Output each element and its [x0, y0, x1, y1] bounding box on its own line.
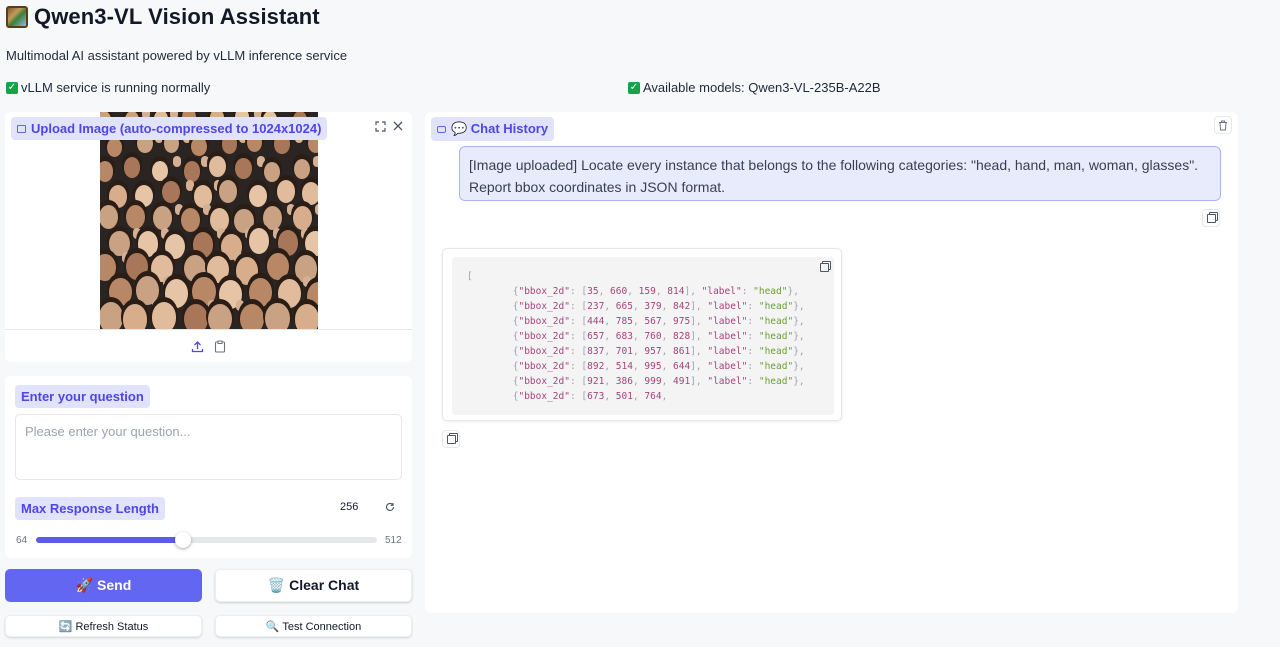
- picture-icon: [6, 6, 28, 28]
- slider-fill: [36, 537, 183, 543]
- upload-icon[interactable]: [188, 337, 206, 355]
- code-line: {"bbox_2d": [237, 665, 379, 842], "label…: [467, 301, 805, 312]
- app-header: Qwen3-VL Vision Assistant: [6, 4, 320, 30]
- crowd-face: [263, 205, 283, 230]
- service-status-text: vLLM service is running normally: [21, 80, 211, 95]
- crowd-face: [183, 161, 201, 182]
- test-connection-button[interactable]: 🔍 Test Connection: [215, 615, 412, 637]
- clear-chat-button[interactable]: 🗑️ Clear Chat: [215, 569, 412, 602]
- crowd-face: [249, 184, 268, 208]
- slider-min-label: 64: [16, 535, 28, 546]
- crowd-face: [263, 161, 281, 183]
- crowd-face: [183, 303, 208, 329]
- crowd-face: [151, 160, 169, 182]
- crowd-face: [235, 158, 252, 180]
- crowd-face: [209, 156, 226, 177]
- crowd-face: [207, 303, 233, 329]
- upload-image-label: Upload Image (auto-compressed to 1024x10…: [11, 117, 328, 140]
- slider-max-label: 512: [385, 535, 402, 546]
- assistant-message: [ {"bbox_2d": [35, 660, 159, 814], "labe…: [442, 248, 842, 421]
- crowd-face: [100, 302, 124, 329]
- question-label: Enter your question: [15, 385, 150, 408]
- crowd-face: [180, 208, 200, 233]
- crowd-face: [219, 180, 237, 203]
- trash-icon[interactable]: [1214, 116, 1232, 134]
- copy-icon[interactable]: [442, 430, 460, 448]
- code-line: {"bbox_2d": [673, 501, 764,: [467, 391, 674, 402]
- crowd-hand: [185, 180, 194, 191]
- crowd-face: [108, 185, 127, 208]
- crowd-hand: [172, 156, 181, 167]
- image-icon: [17, 124, 26, 133]
- models-status: ✓ Available models: Qwen3-VL-235B-A22B: [628, 80, 881, 95]
- crowd-face: [162, 180, 181, 204]
- crowd-hand: [203, 204, 212, 215]
- crowd-face: [122, 304, 148, 329]
- send-button[interactable]: 🚀 Send: [5, 569, 202, 602]
- crowd-hand: [312, 156, 318, 167]
- crowd-face: [100, 161, 114, 182]
- slider-handle[interactable]: [174, 532, 191, 548]
- uploaded-image-preview: [100, 112, 318, 329]
- crowd-face: [302, 182, 318, 205]
- crowd-face: [123, 157, 141, 179]
- crowd-face: [292, 206, 312, 231]
- crowd-face: [276, 180, 295, 203]
- crowd-hand: [200, 156, 209, 167]
- crowd-hand: [315, 204, 318, 215]
- code-line: {"bbox_2d": [657, 683, 760, 828], "label…: [467, 331, 805, 342]
- crowd-face: [134, 184, 153, 208]
- crowd-face: [305, 230, 318, 257]
- divider: [5, 329, 412, 330]
- question-input[interactable]: Please enter your question...: [15, 414, 402, 480]
- fullscreen-icon[interactable]: [371, 117, 389, 135]
- crowd-face: [249, 277, 273, 307]
- crowd-face: [239, 303, 265, 329]
- crowd-face: [100, 204, 118, 229]
- crowd-face: [293, 158, 311, 180]
- max-length-number-input[interactable]: 256: [330, 497, 380, 517]
- crowd-face: [100, 254, 117, 282]
- crowd-face: [191, 137, 207, 157]
- crowd-face: [151, 302, 177, 329]
- code-line: {"bbox_2d": [444, 785, 567, 975], "label…: [467, 316, 805, 327]
- code-line: [: [467, 271, 473, 282]
- code-line: {"bbox_2d": [921, 386, 999, 491], "label…: [467, 376, 805, 387]
- code-block: [ {"bbox_2d": [35, 660, 159, 814], "labe…: [452, 257, 834, 415]
- user-message: [Image uploaded] Locate every instance t…: [459, 146, 1221, 201]
- clipboard-icon[interactable]: [211, 337, 229, 355]
- refresh-status-button[interactable]: 🔄 Refresh Status: [5, 615, 202, 637]
- crowd-face: [107, 137, 123, 158]
- crowd-face: [125, 204, 145, 229]
- copy-icon[interactable]: [1202, 209, 1220, 227]
- copy-code-icon[interactable]: [815, 258, 833, 276]
- check-icon: ✓: [6, 81, 18, 94]
- crowd-face: [248, 228, 270, 255]
- max-length-slider[interactable]: [36, 532, 377, 548]
- crowd-face: [164, 233, 186, 260]
- page-subtitle: Multimodal AI assistant powered by vLLM …: [6, 48, 348, 63]
- check-icon: ✓: [628, 81, 640, 94]
- code-line: {"bbox_2d": [35, 660, 159, 814], "label"…: [467, 286, 799, 297]
- crowd-face: [152, 206, 173, 231]
- reset-icon[interactable]: [381, 498, 399, 516]
- close-icon[interactable]: [389, 117, 407, 135]
- crowd-face: [266, 253, 289, 281]
- crowd-face: [265, 303, 290, 329]
- code-line: {"bbox_2d": [837, 701, 957, 861], "label…: [467, 346, 805, 357]
- page-title: Qwen3-VL Vision Assistant: [34, 4, 320, 29]
- crowd-face: [137, 230, 159, 257]
- max-length-label: Max Response Length: [15, 497, 165, 520]
- chat-icon: [437, 125, 446, 133]
- service-status: ✓ vLLM service is running normally: [6, 80, 210, 95]
- crowd-face: [294, 304, 318, 329]
- code-line: {"bbox_2d": [892, 514, 995, 644], "label…: [467, 361, 805, 372]
- crowd-face: [277, 230, 299, 256]
- chat-history-label: 💬 Chat History: [431, 117, 555, 141]
- crowd-face: [192, 232, 214, 258]
- models-status-text: Available models: Qwen3-VL-235B-A22B: [643, 80, 881, 95]
- crowd-hand: [256, 156, 265, 167]
